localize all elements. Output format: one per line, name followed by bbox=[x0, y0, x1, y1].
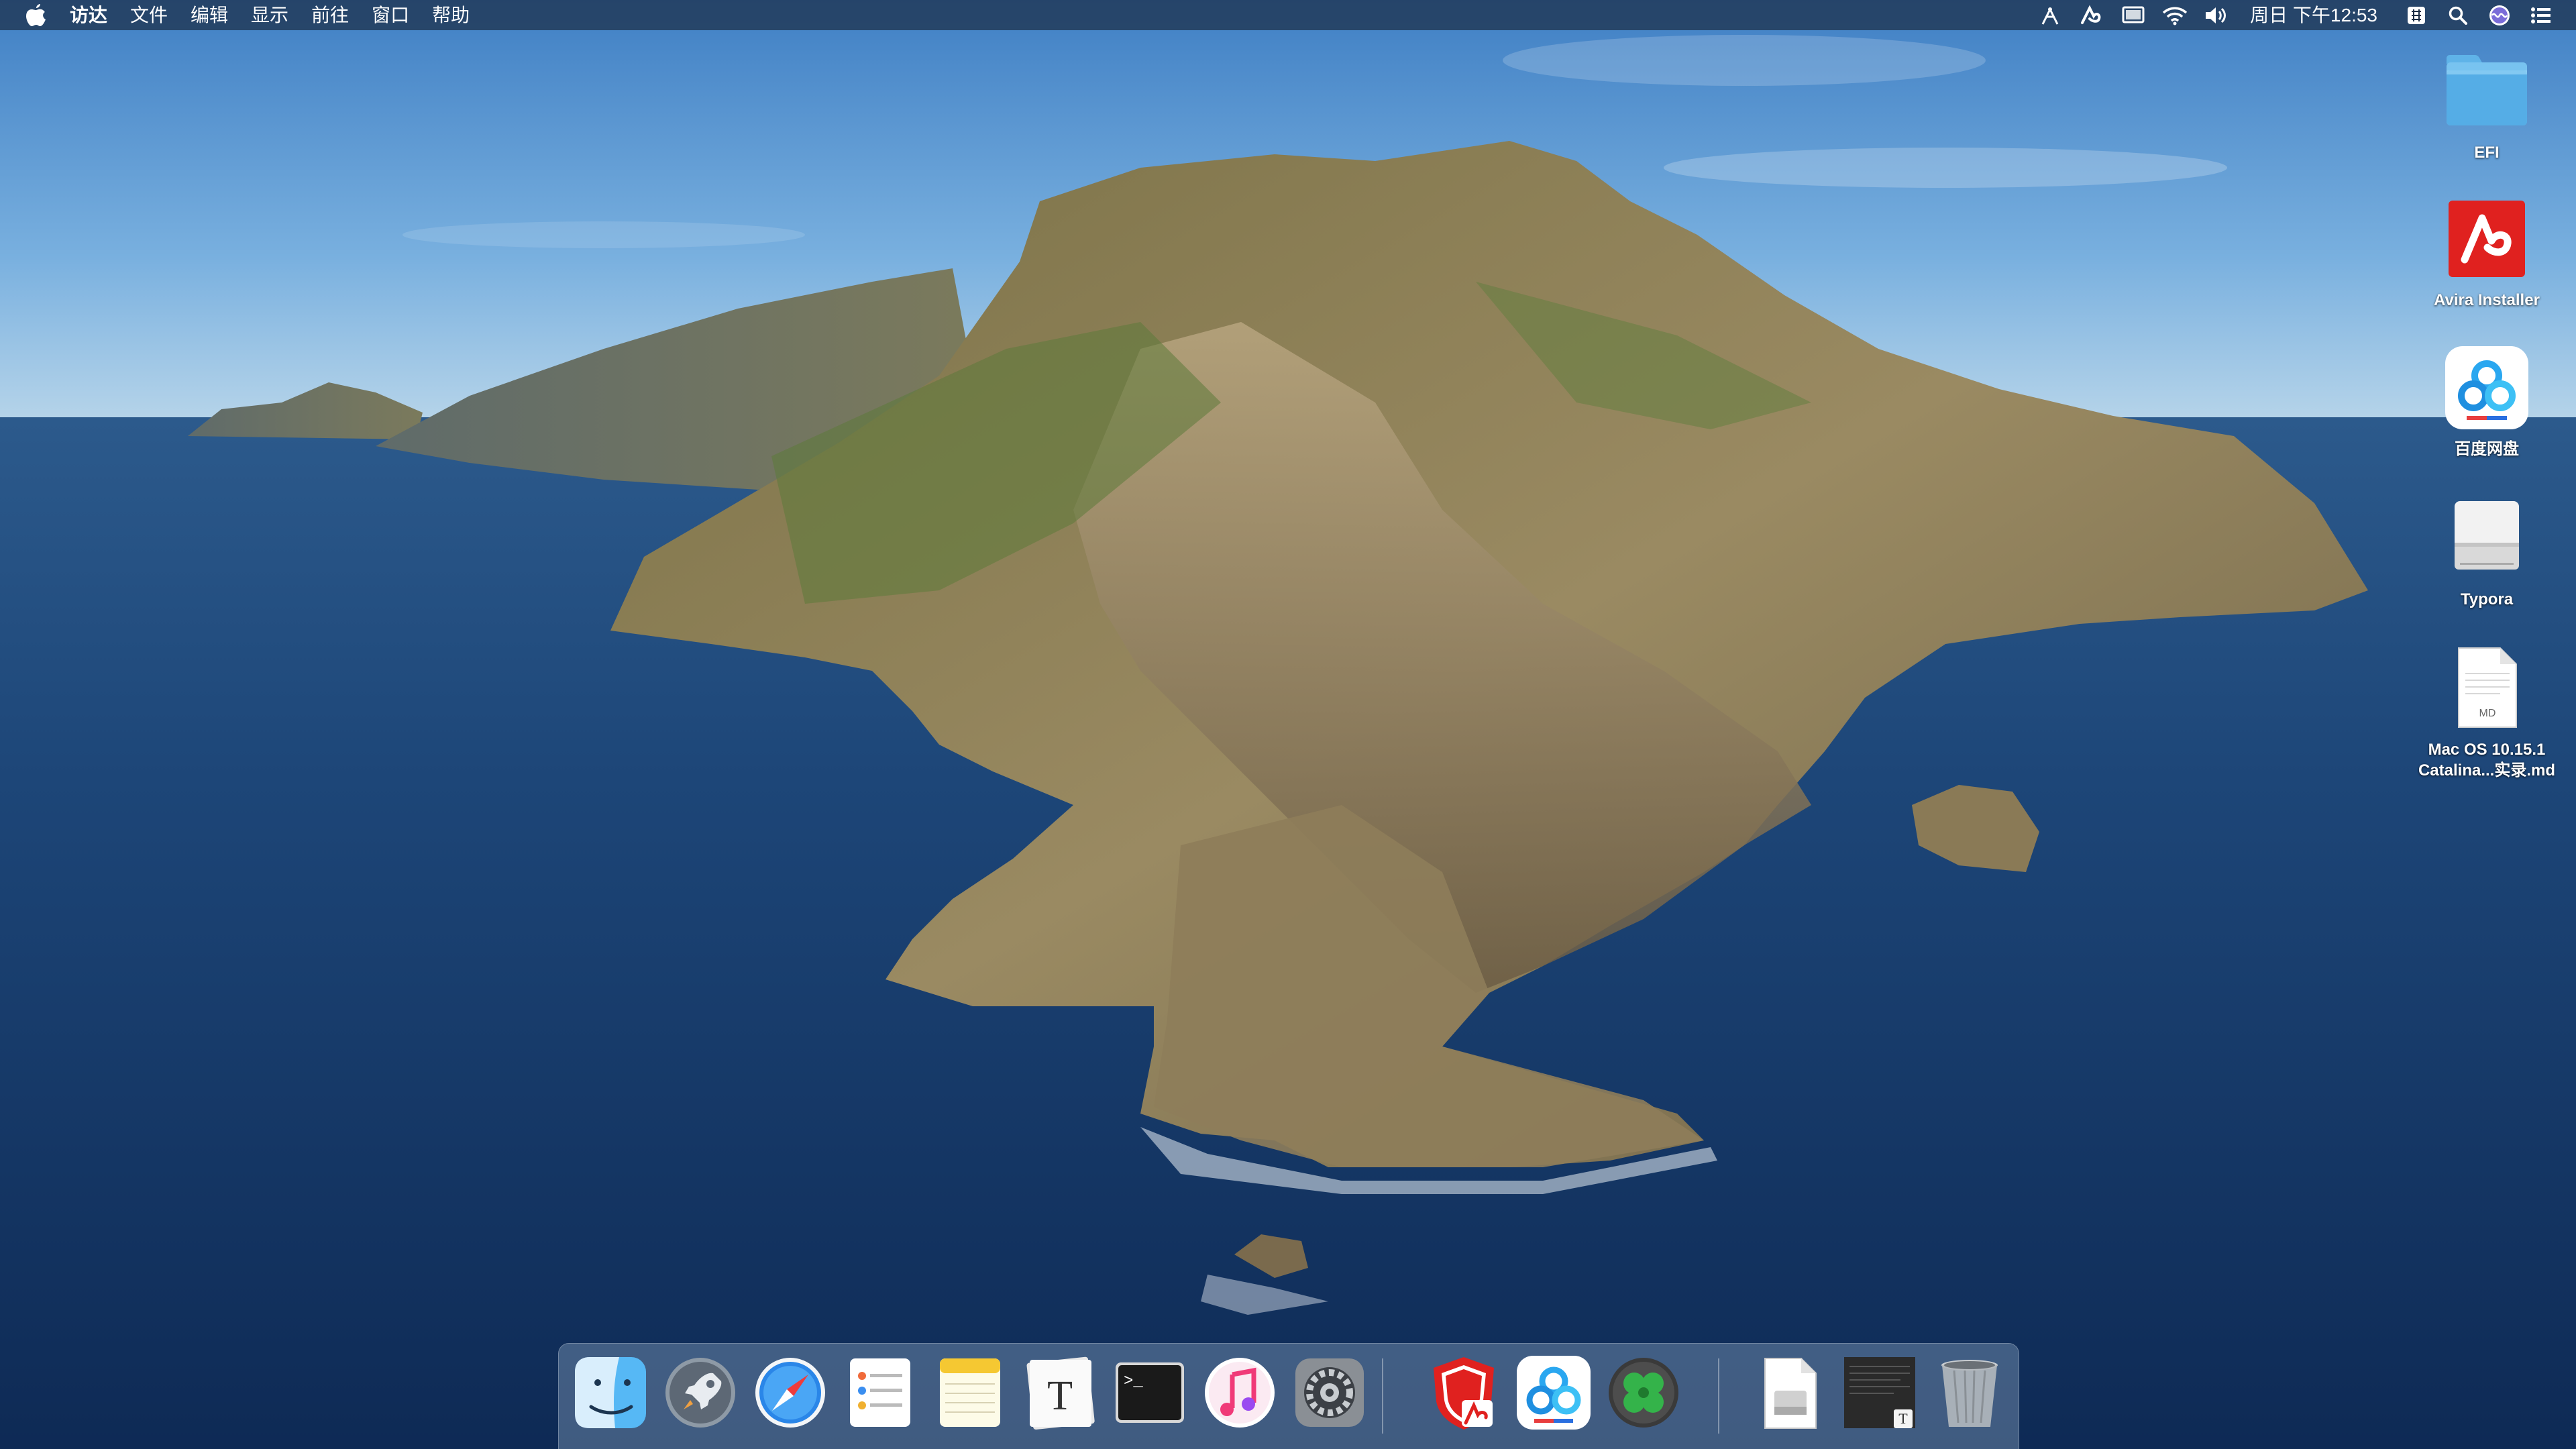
clover-configurator-icon bbox=[1609, 1358, 1678, 1428]
volume-icon[interactable] bbox=[2202, 0, 2231, 30]
avira-status-icon[interactable] bbox=[2077, 0, 2106, 30]
dock-reminders[interactable] bbox=[841, 1353, 921, 1438]
desktop-icon-label: Typora bbox=[2460, 590, 2514, 608]
drive-icon bbox=[2440, 491, 2534, 585]
drive-document-icon bbox=[1764, 1358, 1817, 1429]
dock-safari[interactable] bbox=[751, 1353, 831, 1438]
dock-clover-configurator[interactable] bbox=[1604, 1353, 1684, 1438]
reminders-icon bbox=[850, 1358, 910, 1427]
dock-avira[interactable] bbox=[1424, 1353, 1505, 1438]
dock-system-preferences[interactable] bbox=[1290, 1353, 1371, 1438]
desktop-icon-label: Mac OS 10.15.1 Catalina...实录.md bbox=[2418, 739, 2555, 781]
desktop-icon-label: 百度网盘 bbox=[2455, 440, 2519, 458]
desktop[interactable]: 访达 文件 编辑 显示 前往 窗口 帮助 周日 下午12:53 EFI Avir… bbox=[0, 0, 2576, 1449]
dock-terminal[interactable]: >_ bbox=[1110, 1353, 1191, 1438]
dock-typora[interactable]: T bbox=[1020, 1353, 1101, 1438]
baidu-netdisk-icon bbox=[2440, 341, 2534, 435]
notes-icon bbox=[940, 1358, 1000, 1427]
dock: T >_ T bbox=[558, 1343, 2019, 1449]
typora-icon: T bbox=[1026, 1356, 1095, 1430]
folder-icon bbox=[2440, 44, 2534, 138]
dock-itunes[interactable] bbox=[1200, 1353, 1281, 1438]
wifi-icon[interactable] bbox=[2160, 0, 2190, 30]
typora-document-icon: T bbox=[1844, 1357, 1915, 1428]
finder-icon bbox=[575, 1357, 646, 1428]
dock-launchpad[interactable] bbox=[661, 1353, 741, 1438]
siri-icon[interactable] bbox=[2485, 0, 2514, 30]
md-badge: MD bbox=[2479, 708, 2496, 719]
desktop-icon-label-line2: Catalina...实录.md bbox=[2418, 761, 2556, 780]
desktop-icon-efi[interactable]: EFI bbox=[2406, 44, 2567, 163]
markdown-file-icon: MD bbox=[2440, 641, 2534, 735]
desktop-icon-label: Avira Installer bbox=[2434, 291, 2540, 309]
terminal-icon: >_ bbox=[1116, 1362, 1184, 1423]
wallpaper-catalina bbox=[0, 0, 2576, 1449]
menu-view[interactable]: 显示 bbox=[251, 0, 288, 30]
menu-clock[interactable]: 周日 下午12:53 bbox=[2250, 0, 2377, 30]
dock-finder[interactable] bbox=[571, 1353, 651, 1438]
terminal-glyph: >_ bbox=[1124, 1373, 1143, 1391]
safari-icon bbox=[755, 1358, 825, 1428]
desktop-icon-typora[interactable]: Typora bbox=[2406, 491, 2567, 610]
itunes-icon bbox=[1205, 1358, 1275, 1428]
trash-icon bbox=[1941, 1360, 1998, 1427]
typora-doc-glyph: T bbox=[1898, 1410, 1908, 1427]
dock-separator bbox=[1718, 1358, 1719, 1434]
menu-window[interactable]: 窗口 bbox=[372, 0, 409, 30]
menu-file[interactable]: 文件 bbox=[130, 0, 168, 30]
dock-trash[interactable] bbox=[1930, 1353, 2010, 1438]
menu-app-name[interactable]: 访达 bbox=[70, 0, 107, 30]
dock-baidu-netdisk[interactable] bbox=[1514, 1353, 1595, 1438]
baidu-netdisk-icon bbox=[1517, 1356, 1591, 1430]
dock-typora-document[interactable]: T bbox=[1840, 1353, 1921, 1438]
menu-bar: 访达 文件 编辑 显示 前往 窗口 帮助 周日 下午12:53 bbox=[0, 0, 2576, 30]
airdrop-icon[interactable] bbox=[2035, 0, 2065, 30]
apple-menu-icon[interactable] bbox=[23, 0, 50, 30]
menu-edit[interactable]: 编辑 bbox=[191, 0, 228, 30]
notification-center-icon[interactable] bbox=[2526, 0, 2556, 30]
desktop-icon-baidu-netdisk[interactable]: 百度网盘 bbox=[2406, 341, 2567, 460]
system-preferences-icon bbox=[1295, 1358, 1364, 1427]
typora-glyph: T bbox=[1047, 1373, 1073, 1419]
input-method-icon[interactable] bbox=[2402, 0, 2431, 30]
desktop-icon-label-line1: Mac OS 10.15.1 bbox=[2428, 741, 2546, 759]
menu-go[interactable]: 前往 bbox=[311, 0, 349, 30]
avira-installer-icon bbox=[2440, 192, 2534, 286]
desktop-icon-markdown-file[interactable]: MD Mac OS 10.15.1 Catalina...实录.md bbox=[2406, 641, 2567, 781]
spotlight-search-icon[interactable] bbox=[2443, 0, 2473, 30]
display-icon[interactable] bbox=[2118, 0, 2148, 30]
launchpad-icon bbox=[665, 1358, 735, 1428]
desktop-icon-avira-installer[interactable]: Avira Installer bbox=[2406, 192, 2567, 311]
dock-drive-document[interactable] bbox=[1750, 1353, 1831, 1438]
dock-notes[interactable] bbox=[930, 1353, 1011, 1438]
avira-icon bbox=[1434, 1357, 1494, 1430]
dock-separator bbox=[1382, 1358, 1383, 1434]
desktop-icon-label: EFI bbox=[2474, 144, 2500, 162]
menu-help[interactable]: 帮助 bbox=[432, 0, 470, 30]
